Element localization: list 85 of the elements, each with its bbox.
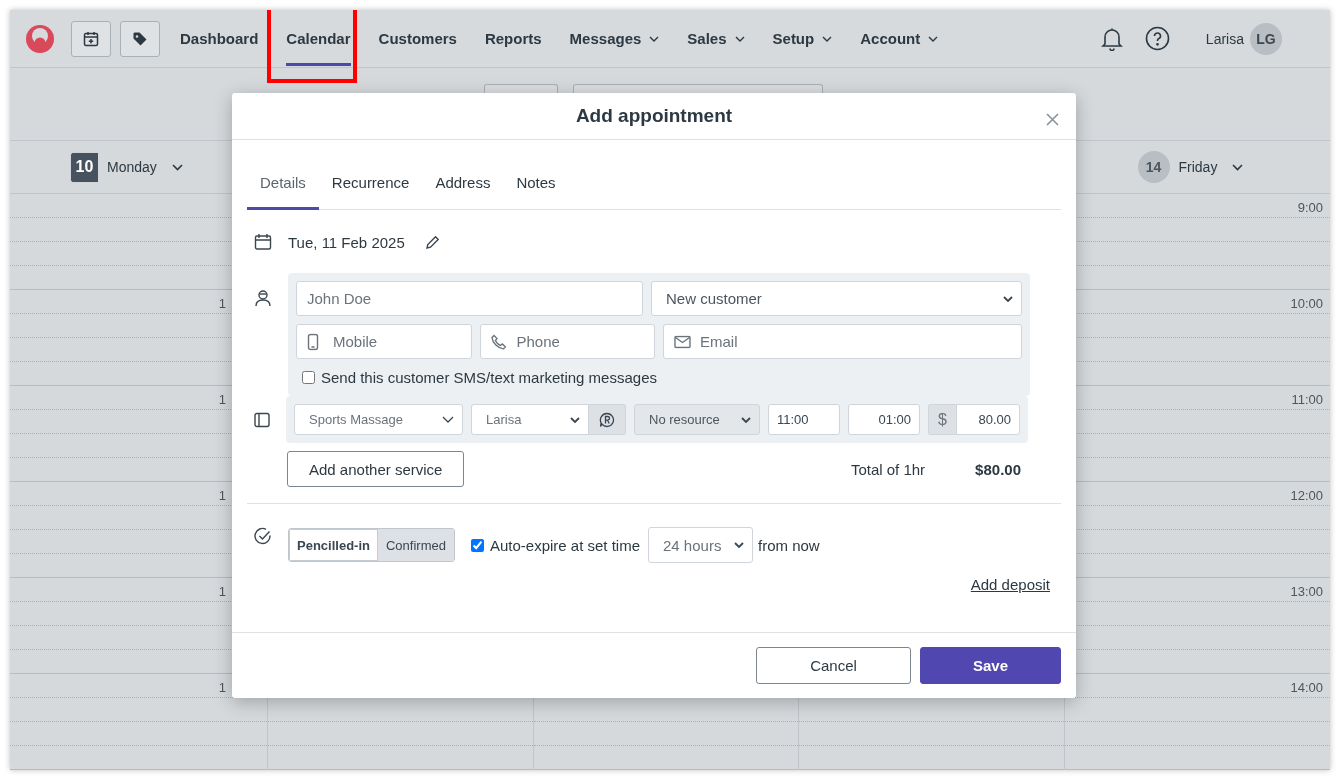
check-circle-icon (254, 527, 272, 545)
chevron-icon[interactable] (1232, 163, 1244, 171)
logo-icon[interactable] (25, 23, 55, 54)
chevron-icon[interactable] (171, 163, 183, 171)
calendar-plus-icon (82, 29, 100, 48)
chevron-icon (822, 35, 833, 42)
time-label: 12:00 (1290, 488, 1323, 503)
day-name[interactable]: Friday (1178, 159, 1218, 175)
nav-link[interactable]: Dashboard (180, 10, 273, 67)
status-toggle[interactable]: Pencilled-in (289, 529, 378, 561)
day-number: 14 (1137, 151, 1170, 183)
sms-consent-label: Send this customer SMS/text marketing messages (321, 369, 657, 386)
calendar-icon (254, 233, 272, 251)
email-field[interactable]: Email (663, 324, 1022, 359)
checkbox[interactable] (302, 371, 315, 384)
day-name[interactable]: Monday (107, 159, 157, 175)
chevron-icon (442, 416, 454, 423)
cancel-button[interactable]: Cancel (756, 647, 911, 684)
nav-link[interactable]: Account (846, 10, 953, 67)
start-time-field[interactable]: 11:00 (768, 404, 840, 435)
chevron-icon (649, 35, 660, 42)
day-number: 10 (70, 151, 98, 183)
currency-symbol: $ (928, 404, 956, 435)
user-avatar[interactable]: LG (1250, 22, 1282, 55)
chevron-icon (741, 416, 751, 423)
nav-link[interactable]: Calendar (272, 10, 365, 67)
tag-button[interactable] (120, 20, 160, 57)
time-label: 10:00 (1290, 296, 1323, 311)
time-label: 9:00 (1297, 200, 1323, 215)
time-label: 1 (218, 392, 226, 407)
mobile-field[interactable]: Mobile (296, 324, 472, 359)
checkbox[interactable] (470, 538, 484, 552)
person-icon (254, 289, 272, 307)
tag-icon (132, 30, 148, 47)
nav-link[interactable]: Sales (673, 10, 759, 67)
chevron-icon (570, 416, 580, 423)
time-label: 14:00 (1290, 680, 1323, 695)
user-name: Larisa (1205, 30, 1244, 47)
chevron-icon (1003, 295, 1013, 302)
dialog-title: Add appointment (575, 105, 733, 127)
help-icon[interactable] (1144, 26, 1170, 51)
staff-request-button[interactable] (589, 404, 626, 435)
tab[interactable]: Notes (503, 166, 569, 210)
customer-name-field[interactable]: John Doe (296, 281, 643, 316)
add-deposit-link[interactable]: Add deposit (970, 576, 1050, 593)
add-appointment-button[interactable] (71, 20, 111, 57)
tab[interactable]: Address (422, 166, 504, 210)
close-icon[interactable] (1046, 113, 1059, 126)
time-label: 11:00 (1291, 392, 1323, 407)
nav-link[interactable]: Reports (470, 10, 556, 67)
time-label: 1 (218, 296, 226, 311)
tab[interactable]: Details (247, 166, 319, 210)
nav-link[interactable]: Customers (364, 10, 471, 67)
appointment-date: Tue, 11 Feb 2025 (288, 233, 405, 251)
sidebar-panel-icon (254, 411, 270, 428)
total-price: $80.00 (975, 460, 1021, 478)
time-label: 1 (218, 488, 226, 503)
chevron-icon (734, 542, 744, 548)
nav-link[interactable]: Messages (555, 10, 674, 67)
expiry-suffix: from now (758, 536, 820, 554)
envelope-icon (674, 335, 691, 348)
expiry-select[interactable]: 24 hours (648, 527, 753, 563)
status-toggle[interactable]: Confirmed (377, 529, 454, 561)
mobile-phone-icon (307, 333, 319, 350)
staff-select[interactable]: Larisa (471, 404, 589, 435)
add-service-button[interactable]: Add another service (287, 451, 465, 487)
auto-expire-label: Auto-expire at set time (489, 536, 640, 554)
chevron-icon (928, 35, 939, 42)
total-label: Total of 1hr (850, 460, 926, 478)
time-label: 1 (218, 680, 226, 695)
chevron-icon (734, 35, 745, 42)
duration-field[interactable]: 01:00 (848, 404, 920, 435)
service-select[interactable]: Sports Massage (294, 404, 463, 435)
phone-field[interactable]: Phone (479, 324, 655, 359)
pencil-icon[interactable] (424, 234, 440, 250)
request-icon (599, 411, 615, 428)
nav-link[interactable]: Setup (758, 10, 847, 67)
save-button[interactable]: Save (920, 647, 1061, 684)
time-label: 1 (218, 584, 226, 599)
price-field[interactable]: 80.00 (956, 404, 1020, 435)
bell-icon[interactable] (1100, 26, 1123, 51)
customer-type-select[interactable]: New customer (651, 281, 1022, 316)
time-label: 13:00 (1290, 584, 1323, 599)
tab[interactable]: Recurrence (318, 166, 423, 210)
phone-icon (490, 333, 507, 350)
